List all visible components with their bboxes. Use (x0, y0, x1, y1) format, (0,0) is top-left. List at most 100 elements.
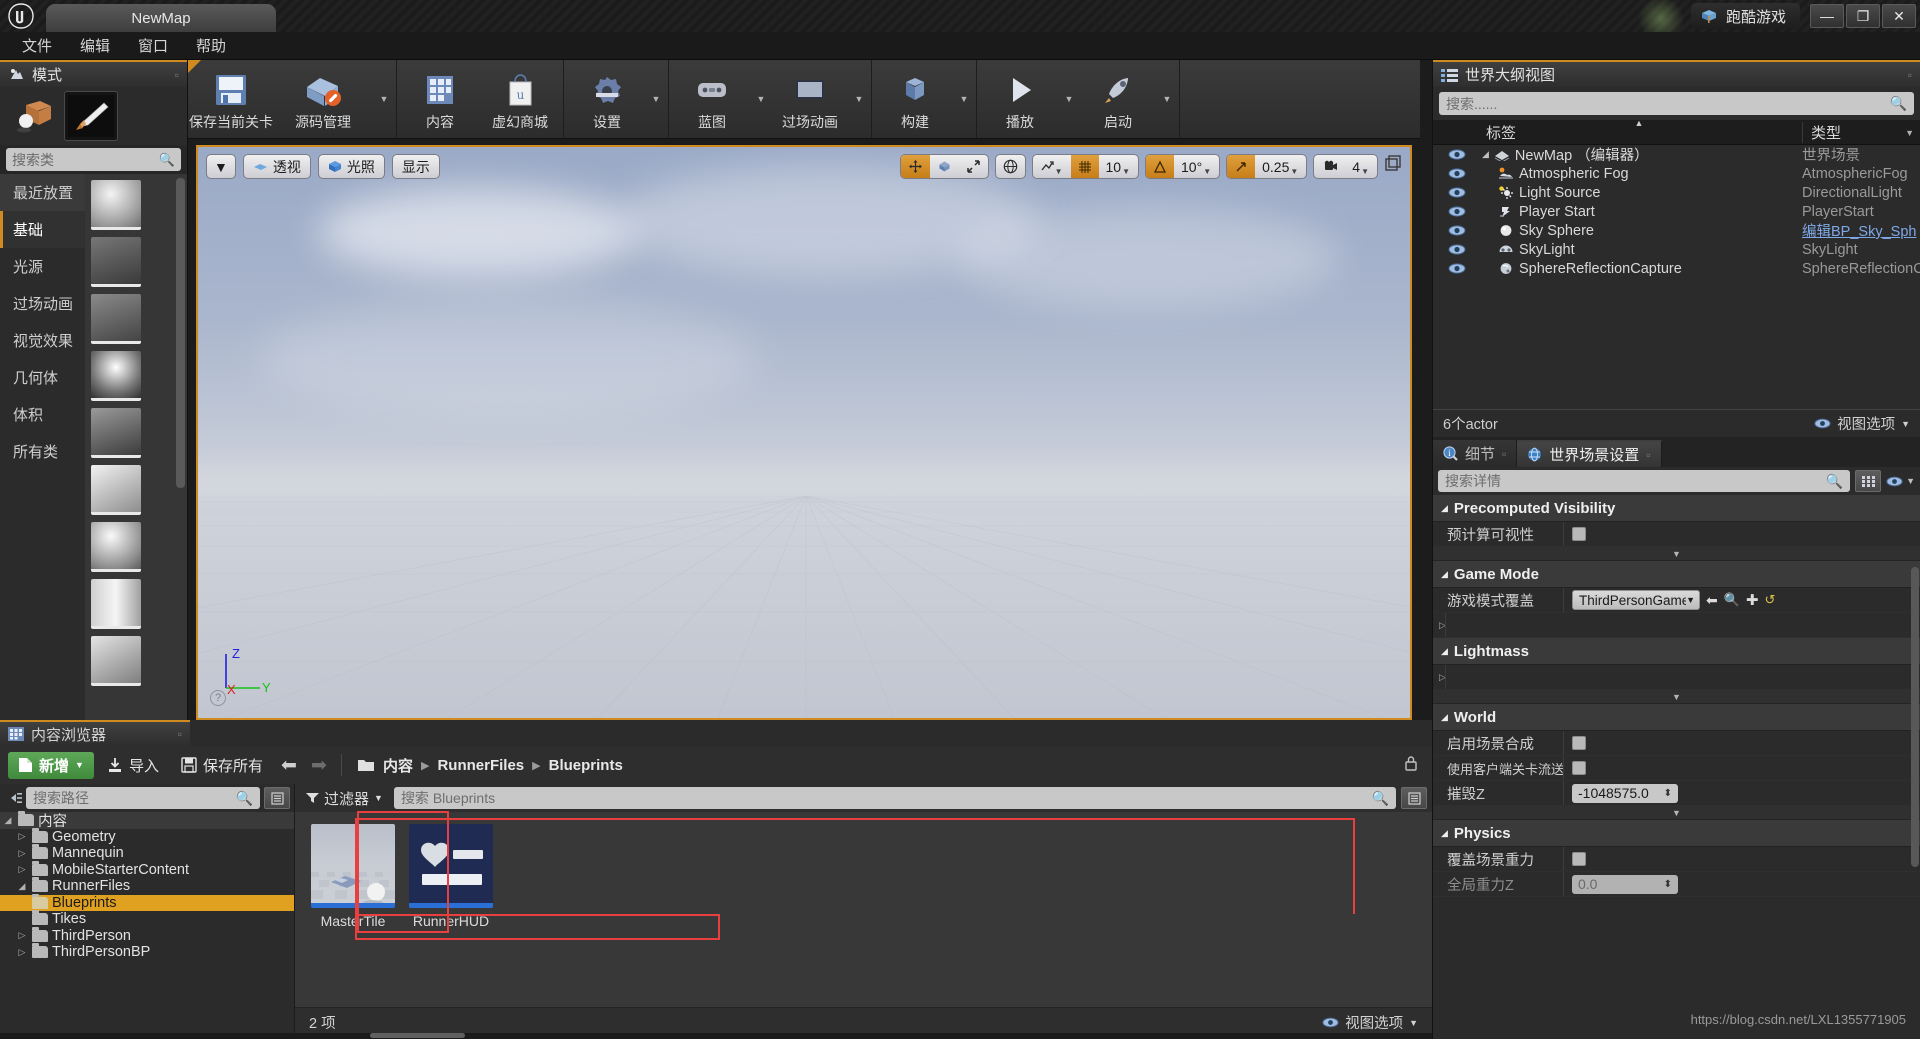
modes-scrollbar[interactable] (176, 178, 185, 488)
import-button[interactable]: 导入 (98, 752, 168, 779)
modes-category-lights[interactable]: 光源 (0, 248, 85, 285)
translate-mode-icon[interactable] (900, 155, 930, 178)
property-label-wrap[interactable]: ▷ Lightmass设置 (1433, 671, 1445, 684)
toolbar-launch[interactable]: 启动 (1078, 60, 1158, 138)
placeable-sphere2-icon[interactable] (91, 522, 141, 572)
viewport-view-mode-button[interactable]: 透视 (242, 154, 311, 179)
toolbar-save-current-level[interactable]: 保存当前关卡 (189, 60, 273, 138)
back-button[interactable]: ⬅ (276, 752, 302, 779)
outliner-row-sphere-reflection-capture[interactable]: SphereReflectionCapture SphereReflection… (1433, 259, 1920, 278)
kill-z-input[interactable]: -1048575.0 ⬍ (1572, 783, 1678, 803)
source-control-chevron-down-icon[interactable]: ▼ (375, 60, 393, 138)
outliner-row-sky-sphere[interactable]: Sky Sphere 编辑BP_Sky_Sph (1433, 221, 1920, 240)
expand-triangle-icon[interactable]: ▷ (16, 930, 28, 941)
expand-triangle-icon[interactable]: ▷ (16, 831, 28, 842)
grid-snap-toggle-icon[interactable] (1070, 155, 1099, 178)
tree-item-mannequin[interactable]: ▷ Mannequin (0, 844, 294, 862)
level-viewport[interactable]: ▼ 透视 光照 显示 ▼ 10 ▼ 10° ▼ 0.25 ▼ 4 ▼ Z Y X… (196, 145, 1412, 720)
visibility-eye-icon[interactable] (1433, 244, 1480, 255)
maximize-viewport-button[interactable] (1384, 155, 1402, 178)
expand-triangle-icon[interactable]: ◢ (1482, 149, 1489, 160)
visibility-eye-icon[interactable] (1433, 206, 1480, 217)
browse-search-icon[interactable]: 🔍 (1724, 592, 1740, 608)
angle-snap-value[interactable]: 10° ▼ (1174, 155, 1219, 178)
breadcrumb-runnerfiles[interactable]: RunnerFiles (437, 757, 524, 774)
add-new-icon[interactable]: ✚ (1746, 591, 1759, 609)
visibility-eye-icon[interactable] (1433, 149, 1480, 160)
expand-triangle-icon[interactable]: ▷ (16, 864, 28, 875)
tab-details-close-icon[interactable]: ▫ (1502, 447, 1506, 461)
horizontal-scrollbar[interactable] (370, 1033, 465, 1038)
breadcrumb-blueprints[interactable]: Blueprints (549, 757, 623, 774)
breadcrumb-content[interactable]: 内容 (383, 755, 413, 776)
tree-item-geometry[interactable]: ▷ Geometry (0, 827, 294, 846)
outliner-close-icon[interactable]: ▫ (1908, 68, 1912, 82)
content-browser-tab[interactable]: 内容浏览器 ▫ (0, 720, 190, 746)
toolbar-cinematics[interactable]: 过场动画 (770, 60, 850, 138)
scale-snap-toggle-icon[interactable] (1227, 155, 1256, 178)
section-physics[interactable]: ◢ Physics (1433, 820, 1920, 847)
tree-item-mobilestartercontent[interactable]: ▷ MobileStarterContent (0, 860, 294, 879)
content-browser-close-icon[interactable]: ▫ (178, 727, 182, 741)
lock-icon[interactable] (1404, 755, 1424, 775)
modes-search-input[interactable]: 搜索类 🔍 (6, 148, 181, 171)
viewport-options-button[interactable]: ▼ (206, 154, 236, 179)
visibility-eye-icon[interactable] (1433, 168, 1480, 179)
reset-to-default-icon[interactable]: ↺ (1765, 592, 1776, 608)
paint-mode-button[interactable] (64, 91, 118, 141)
scale-snap-caret-icon[interactable]: ▼ (1290, 167, 1298, 176)
outliner-row-player-start[interactable]: Player Start PlayerStart (1433, 202, 1920, 221)
modes-category-basic[interactable]: 基础 (0, 211, 85, 248)
outliner-row-skylight[interactable]: SkyLight SkyLight (1433, 240, 1920, 259)
menu-window[interactable]: 窗口 (124, 31, 182, 60)
grid-snap-value[interactable]: 10 ▼ (1099, 155, 1138, 178)
tree-item-runnerfiles[interactable]: ◢ RunnerFiles (0, 877, 294, 895)
toolbar-marketplace[interactable]: u 虚幻商城 (480, 60, 560, 138)
tree-item-thirdpersonbp[interactable]: ▷ ThirdPersonBP (0, 943, 294, 961)
add-new-button[interactable]: 新增 ▼ (8, 751, 94, 779)
path-search-input[interactable]: 搜索路径 🔍 (26, 787, 260, 809)
modes-category-allclasses[interactable]: 所有类 (0, 433, 85, 470)
viewport-lit-mode-button[interactable]: 光照 (317, 154, 385, 179)
settings-chevron-down-icon[interactable]: ▼ (647, 60, 665, 138)
game-mode-override-dropdown[interactable]: ThirdPersonGameMod ▼ (1572, 590, 1700, 610)
placeable-pointlight-icon[interactable] (91, 351, 141, 401)
forward-button[interactable]: ➡ (306, 752, 332, 779)
toolbar-settings[interactable]: 设置 (567, 60, 647, 138)
asset-search-input[interactable]: 搜索 Blueprints 🔍 (393, 787, 1396, 809)
details-view-options-button[interactable]: ▼ (1886, 476, 1915, 487)
browse-back-icon[interactable]: ⬅ (1706, 592, 1718, 609)
launch-chevron-down-icon[interactable]: ▼ (1158, 60, 1176, 138)
outliner-label-col[interactable]: 标签 ▲ (1480, 118, 1802, 143)
menu-help[interactable]: 帮助 (182, 31, 240, 60)
world-outliner-tab[interactable]: 世界大纲视图 ▫ (1433, 60, 1920, 87)
section-lightmass[interactable]: ◢ Lightmass (1433, 638, 1920, 665)
cinematics-chevron-down-icon[interactable]: ▼ (850, 60, 868, 138)
scale-snap-value[interactable]: 0.25 ▼ (1255, 155, 1306, 178)
section-collapser[interactable]: ▼ (1433, 690, 1920, 704)
column-filter-icon[interactable]: ▼ (1905, 128, 1914, 138)
override-world-gravity-checkbox[interactable] (1572, 852, 1586, 866)
placeable-cone-icon[interactable] (91, 636, 141, 686)
angle-snap-toggle-icon[interactable] (1146, 155, 1175, 178)
surface-snap-icon[interactable]: ▼ (1033, 155, 1071, 178)
surface-snap-caret-icon[interactable]: ▼ (1055, 167, 1063, 176)
outliner-type-col[interactable]: 类型 ▼ (1802, 121, 1920, 143)
expand-triangle-icon[interactable]: ◢ (16, 881, 28, 892)
visibility-eye-icon[interactable] (1433, 225, 1480, 236)
placeable-cube-icon[interactable] (91, 465, 141, 515)
viewport-show-menu-button[interactable]: 显示 (391, 154, 440, 179)
placeable-character-icon[interactable] (91, 237, 141, 287)
enable-world-composition-checkbox[interactable] (1572, 736, 1586, 750)
section-collapser[interactable]: ▼ (1433, 806, 1920, 820)
outliner-view-options-button[interactable]: 视图选项 ▼ (1814, 413, 1910, 434)
play-chevron-down-icon[interactable]: ▼ (1060, 60, 1078, 138)
outliner-type-link[interactable]: 编辑BP_Sky_Sph (1802, 220, 1920, 241)
visibility-eye-icon[interactable] (1433, 263, 1480, 274)
placeable-sphere-icon[interactable] (91, 180, 141, 230)
outliner-row-light-source[interactable]: Light Source DirectionalLight (1433, 183, 1920, 202)
camera-speed-value[interactable]: 4 ▼ (1345, 155, 1377, 178)
angle-snap-caret-icon[interactable]: ▼ (1203, 167, 1211, 176)
grid-snap-caret-icon[interactable]: ▼ (1122, 167, 1130, 176)
modes-category-geometry[interactable]: 几何体 (0, 359, 85, 396)
